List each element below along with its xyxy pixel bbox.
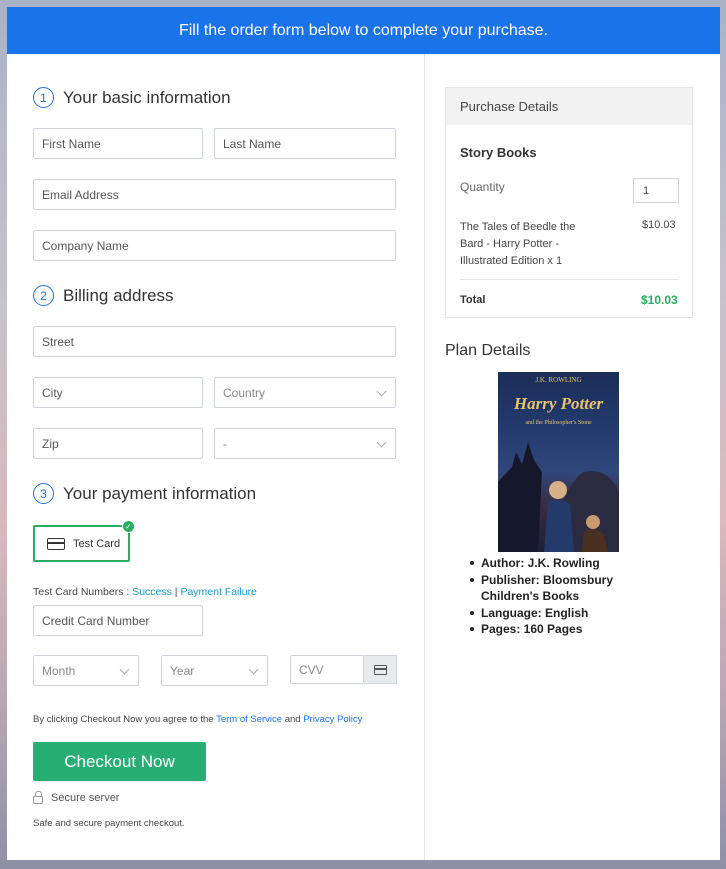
item-description: The Tales of Beedle the Bard - Harry Pot…	[460, 219, 575, 270]
checkout-card: 1 Your basic information First Name Last…	[7, 54, 720, 860]
terms-and: and	[282, 714, 304, 725]
city-input[interactable]: City	[33, 377, 203, 408]
street-input[interactable]: Street	[33, 326, 396, 357]
lock-icon	[33, 791, 43, 804]
book-cover-image: J.K. ROWLING Harry Potter and the Philos…	[498, 372, 619, 552]
country-value: Country	[223, 385, 266, 400]
spec-item: Publisher: Bloomsbury Children's Books	[470, 572, 670, 605]
zip-input[interactable]: Zip	[33, 428, 203, 459]
book-specs: Author: J.K. Rowling Publisher: Bloomsbu…	[470, 555, 670, 638]
header-banner: Fill the order form below to complete yo…	[7, 7, 720, 54]
company-input[interactable]: Company Name	[33, 230, 396, 261]
terms-prefix: By clicking Checkout Now you agree to th…	[33, 714, 217, 725]
year-value: Year	[170, 663, 195, 678]
quantity-label: Quantity	[460, 180, 505, 194]
footer-text: Safe and secure payment checkout.	[33, 818, 185, 829]
total-label: Total	[460, 294, 486, 306]
success-link[interactable]: Success	[132, 586, 172, 598]
credit-card-icon	[373, 664, 387, 675]
spec-item: Pages: 160 Pages	[470, 621, 670, 638]
step-number: 1	[33, 87, 54, 108]
checkmark-icon: ✓	[122, 520, 135, 533]
last-name-input[interactable]: Last Name	[214, 128, 396, 159]
test-card-numbers: Test Card Numbers : Success | Payment Fa…	[33, 586, 257, 598]
product-name: Story Books	[460, 145, 537, 160]
section-basic-info: 1 Your basic information	[33, 87, 231, 108]
credit-card-icon	[47, 537, 65, 550]
chevron-down-icon	[376, 437, 387, 448]
terms-link[interactable]: Term of Service	[216, 714, 282, 725]
secure-label: Secure server	[51, 792, 120, 804]
state-value: -	[223, 436, 227, 451]
cover-illustration	[498, 442, 619, 552]
month-select[interactable]: Month	[33, 655, 139, 686]
purchase-details-header: Purchase Details	[446, 88, 692, 125]
terms-text: By clicking Checkout Now you agree to th…	[33, 714, 362, 725]
spec-item: Language: English	[470, 605, 670, 622]
banner-text: Fill the order form below to complete yo…	[178, 21, 549, 39]
failure-link[interactable]: Payment Failure	[180, 586, 256, 598]
payment-option-label: Test Card	[73, 537, 121, 550]
checkout-button[interactable]: Checkout Now	[33, 742, 206, 781]
section-payment: 3 Your payment information	[33, 483, 256, 504]
step-number: 3	[33, 483, 54, 504]
privacy-link[interactable]: Privacy Policy	[303, 714, 362, 725]
chevron-down-icon	[376, 386, 387, 397]
section-billing: 2 Billing address	[33, 285, 174, 306]
item-line: Bard - Harry Potter -	[460, 238, 560, 250]
total-value: $10.03	[641, 293, 678, 307]
cvv-help-button[interactable]	[364, 655, 397, 684]
test-card-prefix: Test Card Numbers :	[33, 586, 133, 598]
item-price: $10.03	[642, 219, 676, 231]
item-line: The Tales of Beedle the	[460, 221, 576, 233]
step-number: 2	[33, 285, 54, 306]
section-title: Billing address	[63, 285, 174, 305]
section-title: Your basic information	[63, 87, 231, 107]
country-select[interactable]: Country	[214, 377, 396, 408]
card-number-input[interactable]: Credit Card Number	[33, 605, 203, 636]
first-name-input[interactable]: First Name	[33, 128, 203, 159]
quantity-input[interactable]: 1	[633, 178, 679, 203]
state-select[interactable]: -	[214, 428, 396, 459]
email-input[interactable]: Email Address	[33, 179, 396, 210]
cvv-input[interactable]: CVV	[290, 655, 364, 684]
divider	[460, 279, 679, 280]
chevron-down-icon	[119, 664, 130, 675]
spec-item: Author: J.K. Rowling	[470, 555, 670, 572]
year-select[interactable]: Year	[161, 655, 268, 686]
item-line: Illustrated Edition x 1	[460, 255, 563, 267]
section-title: Your payment information	[63, 483, 257, 503]
order-form: 1 Your basic information First Name Last…	[7, 54, 424, 860]
plan-details-title: Plan Details	[445, 342, 531, 359]
secure-server: Secure server	[33, 791, 120, 804]
test-card-option[interactable]: Test Card ✓	[33, 520, 135, 562]
chevron-down-icon	[248, 664, 259, 675]
purchase-details-box: Purchase Details Story Books Quantity 1 …	[445, 87, 693, 318]
month-value: Month	[42, 663, 76, 678]
summary-panel: Purchase Details Story Books Quantity 1 …	[425, 54, 720, 860]
